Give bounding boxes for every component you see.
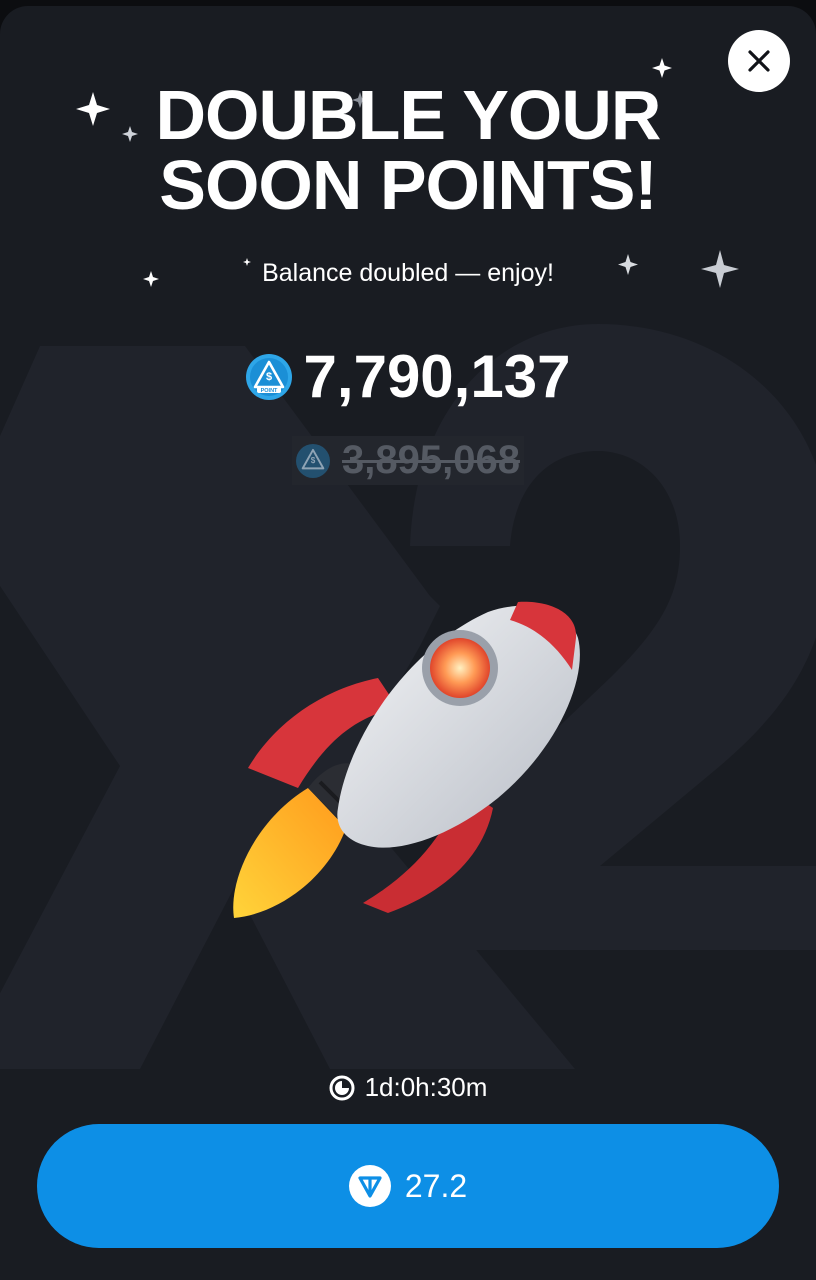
modal-subtitle: Balance doubled — enjoy! [262,259,554,287]
old-balance: $ 3,895,068 [0,436,816,485]
title-line-2: SOON POINTS! [159,146,657,224]
new-balance-value: 7,790,137 [303,343,571,410]
offer-timer: 1d:0h:30m [0,1072,816,1103]
ton-icon [348,1165,391,1207]
points-coin-icon: $ POINT [245,353,292,400]
title-line-1: DOUBLE YOUR [155,76,662,154]
close-icon [748,50,770,72]
points-coin-icon: $ [296,443,331,478]
new-balance: $ POINT 7,790,137 [0,342,816,411]
rocket-icon [233,601,580,918]
modal-title: DOUBLE YOUR SOON POINTS! [0,80,816,220]
price-label: 27.2 [404,1167,468,1204]
reward-modal: DOUBLE YOUR SOON POINTS! Balance doubled… [0,6,816,1280]
timer-value: 1d:0h:30m [364,1072,488,1102]
svg-text:$: $ [311,456,316,465]
clock-icon [329,1075,355,1100]
svg-text:POINT: POINT [260,388,277,394]
svg-text:$: $ [265,371,271,383]
old-balance-value: 3,895,068 [342,438,520,482]
buy-button[interactable]: 27.2 [37,1124,779,1248]
